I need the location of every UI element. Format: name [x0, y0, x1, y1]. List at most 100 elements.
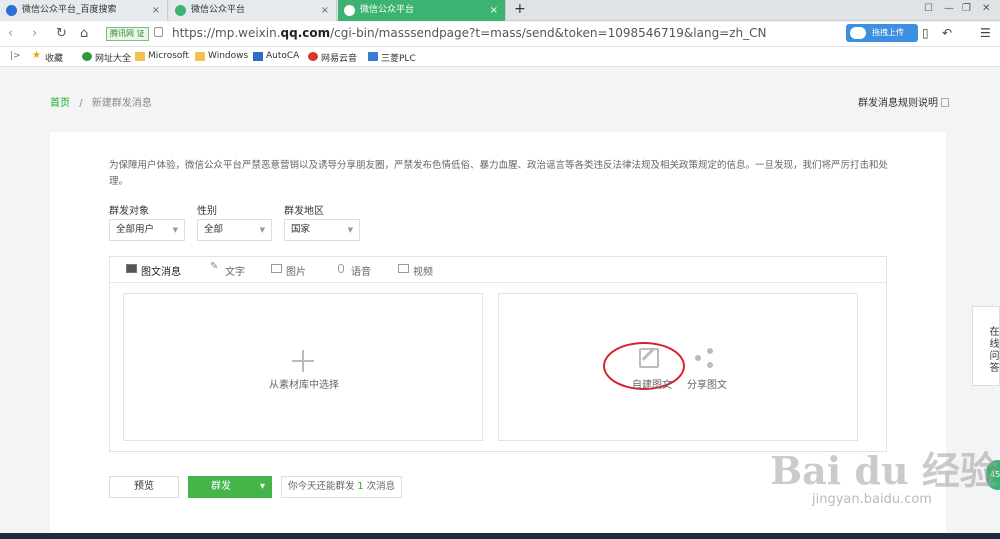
close-tab-icon[interactable]: × [152, 0, 160, 21]
bookmark-label: 三菱PLC [381, 54, 416, 64]
tab-wechat-platform-active[interactable]: 微信公众平台 × [338, 0, 506, 21]
gender-select[interactable]: 全部 ▼ [197, 219, 272, 241]
quota-prefix: 你今天还能群发 [288, 481, 355, 492]
tab-text[interactable]: ✎ 文字 [210, 261, 245, 278]
wechat-icon [175, 5, 186, 16]
folder-icon [135, 52, 145, 61]
phone-icon[interactable]: ▯ [922, 26, 929, 40]
edit-icon[interactable] [639, 348, 659, 368]
star-icon: ★ [32, 50, 41, 61]
skin-icon[interactable]: ☐ [924, 3, 933, 14]
send-quota-tip: 你今天还能群发 1 次消息 [281, 476, 403, 498]
bookmark-label: 网易云音 [321, 54, 358, 64]
tab-label: 图文消息 [141, 267, 181, 278]
tab-label: 微信公众平台 [191, 5, 246, 15]
bookmark-windows[interactable]: Windows [195, 51, 248, 61]
restore-window-icon[interactable]: ❐ [962, 3, 971, 14]
share-dot [707, 362, 713, 368]
chevron-down-icon: ▼ [259, 226, 265, 234]
bookmark-mitsubishi-plc[interactable]: 三菱PLC [368, 51, 416, 64]
refresh-icon[interactable]: ↻ [56, 26, 67, 41]
bookmark-label: 网址大全 [95, 54, 132, 64]
region-select[interactable]: 国家 ▼ [284, 219, 360, 241]
tab-video[interactable]: 视频 [398, 263, 433, 278]
audience-select[interactable]: 全部用户 ▼ [109, 219, 185, 241]
url-prefix: https://mp.weixin. [172, 26, 281, 40]
chevron-down-icon: ▼ [172, 226, 178, 234]
bookmark-favorites[interactable]: ★ 收藏 [32, 50, 64, 64]
bookmark-label: 收藏 [45, 54, 64, 64]
forward-icon[interactable]: › [32, 26, 37, 41]
tab-voice[interactable]: 语音 [336, 263, 371, 278]
audience-value: 全部用户 [116, 224, 155, 235]
lock-icon[interactable] [154, 27, 163, 37]
document-icon [941, 98, 949, 107]
tab-image[interactable]: 图片 [271, 263, 306, 278]
autocad-icon [253, 52, 263, 61]
message-type-tabs: 图文消息 ✎ 文字 图片 语音 视频 [110, 257, 886, 283]
breadcrumb-separator: / [79, 98, 83, 109]
online-qa-button[interactable]: 在线问答 [972, 306, 1000, 386]
quota-count: 1 [357, 481, 364, 492]
baidu-paw-icon [6, 5, 17, 16]
tencent-verified-badge[interactable]: 腾讯网 证 [106, 27, 149, 41]
video-icon [398, 264, 409, 273]
create-news-area: 自建图文 分享图文 [498, 293, 858, 441]
region-label: 群发地区 [284, 206, 324, 217]
close-tab-icon[interactable]: × [321, 0, 329, 21]
close-window-icon[interactable]: ✕ [982, 3, 990, 14]
share-dot [707, 348, 713, 354]
tab-baidu-search[interactable]: 微信公众平台_百度搜索 × [0, 0, 168, 21]
tab-wechat-platform[interactable]: 微信公众平台 × [169, 0, 337, 21]
tab-news[interactable]: 图文消息 [126, 263, 181, 278]
upload-label: 拖拽上传 [872, 28, 904, 37]
watermark-url: jingyan.baidu.com [812, 492, 932, 507]
quota-suffix: 次消息 [366, 481, 396, 492]
url-field[interactable]: https://mp.weixin.qq.com/cgi-bin/masssen… [172, 26, 767, 40]
send-dropdown-button[interactable]: ▾ [253, 476, 272, 498]
browser-tab-bar: 微信公众平台_百度搜索 × 微信公众平台 × 微信公众平台 × + ☐ — ❐ … [0, 0, 1000, 21]
close-tab-icon[interactable]: × [490, 0, 498, 21]
home-icon[interactable]: ⌂ [80, 26, 88, 41]
tab-label: 微信公众平台 [360, 5, 415, 15]
bookmarks-bar: |> ★ 收藏 网址大全 Microsoft Windows AutoCA 网易云… [0, 47, 1000, 67]
undo-icon[interactable]: ↶ [942, 26, 952, 40]
menu-icon[interactable]: ☰ [980, 26, 991, 40]
baidu-jingyan-watermark: Bai du 经验 [770, 448, 998, 493]
pencil-icon: ✎ [210, 261, 219, 272]
share-news-button[interactable]: 分享图文 [687, 376, 727, 391]
minimize-window-icon[interactable]: — [944, 3, 954, 14]
bookmark-microsoft[interactable]: Microsoft [135, 51, 189, 61]
breadcrumb: 首页 / 新建群发消息 [50, 94, 152, 109]
library-option-label: 从素材库中选择 [269, 380, 339, 391]
sidebar-toggle-icon[interactable]: |> [10, 51, 21, 61]
gender-label: 性别 [197, 206, 217, 217]
tab-label: 语音 [351, 267, 371, 278]
bookmark-hao123[interactable]: 网址大全 [82, 51, 131, 64]
url-domain: qq.com [280, 26, 331, 40]
bookmark-netease-music[interactable]: 网易云音 [308, 51, 357, 64]
send-button[interactable]: 群发 [188, 476, 254, 498]
share-icon[interactable] [695, 348, 715, 368]
breadcrumb-home-link[interactable]: 首页 [50, 98, 70, 109]
plus-icon [292, 350, 314, 372]
create-news-button[interactable]: 自建图文 [632, 376, 672, 391]
back-icon[interactable]: ‹ [8, 26, 13, 41]
new-tab-button[interactable]: + [514, 0, 526, 19]
preview-button[interactable]: 预览 [109, 476, 179, 498]
drag-upload-button[interactable]: 拖拽上传 [846, 24, 918, 42]
tab-label: 图片 [286, 267, 306, 278]
news-icon [126, 264, 137, 273]
rules-link[interactable]: 群发消息规则说明 [858, 94, 949, 109]
url-path: /cgi-bin/masssendpage?t=mass/send&token=… [330, 26, 767, 40]
bookmark-autocad[interactable]: AutoCA [253, 51, 299, 61]
windows-taskbar [0, 533, 1000, 539]
chevron-down-icon: ▼ [347, 226, 353, 234]
folder-icon [195, 52, 205, 61]
tab-label: 微信公众平台_百度搜索 [22, 5, 117, 15]
tab-label: 视频 [413, 267, 433, 278]
address-bar-row: ‹ › ↻ ⌂ 腾讯网 证 https://mp.weixin.qq.com/c… [0, 22, 1000, 47]
policy-notice: 为保障用户体验，微信公众平台严禁恶意营销以及诱导分享朋友圈，严禁发布色情低俗、暴… [109, 160, 889, 187]
select-from-library-area[interactable]: 从素材库中选择 [123, 293, 483, 441]
region-value: 国家 [291, 224, 311, 235]
